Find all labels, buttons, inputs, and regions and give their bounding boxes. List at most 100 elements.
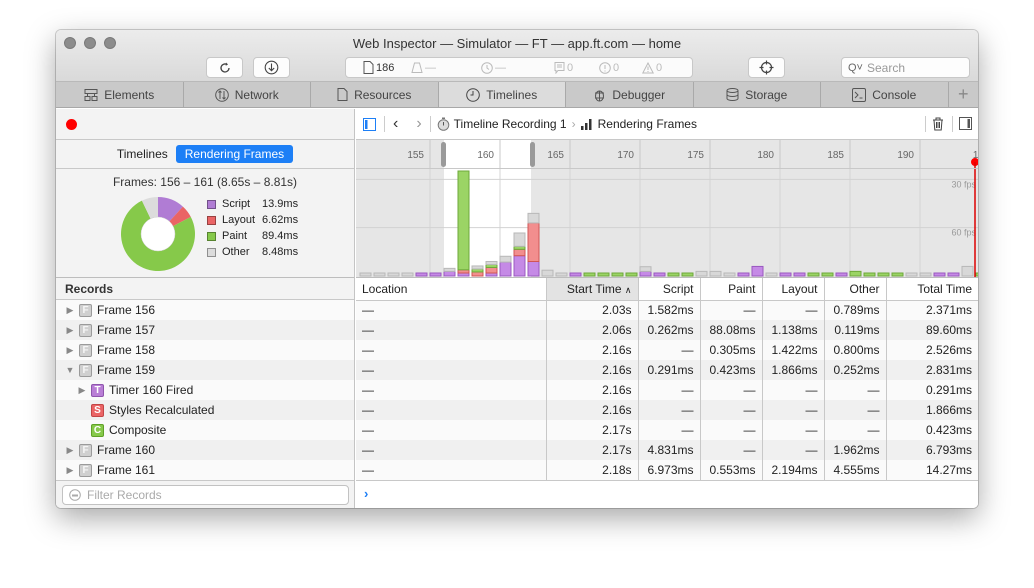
forward-button[interactable]: ›: [416, 115, 421, 133]
disclosure-expanded-icon[interactable]: ▼: [64, 365, 76, 375]
tab-console[interactable]: Console: [821, 82, 949, 107]
new-tab-button[interactable]: +: [949, 82, 979, 107]
column-label: Start Time: [566, 281, 622, 296]
column-script[interactable]: Script: [638, 278, 701, 301]
cell-location: —: [356, 400, 547, 420]
disclosure-collapsed-icon[interactable]: ▶: [64, 325, 76, 336]
record-row[interactable]: ▶ F Frame 156: [56, 300, 354, 320]
frame-bar-script: [527, 261, 540, 277]
dashboard[interactable]: 186 — — 0 0 0: [345, 57, 693, 78]
record-row[interactable]: ▶ F Frame 158: [56, 340, 354, 360]
frame-bar-other: [359, 272, 372, 277]
details-sidebar-toggle-icon[interactable]: [959, 117, 972, 130]
cell-location: —: [356, 440, 547, 460]
tab-label: Debugger: [612, 87, 666, 102]
disclosure-collapsed-icon[interactable]: ▶: [64, 465, 76, 476]
cell-location: —: [356, 300, 547, 320]
cell-paint: —: [700, 400, 763, 420]
resources-count-item[interactable]: 186: [363, 61, 394, 74]
breadcrumb-recording[interactable]: Timeline Recording 1: [454, 117, 567, 131]
content-nav-bar: ‹ › Timeline Recording 1 › Rendering Fra…: [356, 109, 978, 140]
filter-records-input[interactable]: Filter Records: [62, 485, 349, 505]
frame-bar-other: [387, 272, 400, 277]
frame-bar-other: [443, 267, 456, 272]
record-row[interactable]: C Composite: [56, 420, 354, 440]
layout-swatch: [207, 215, 216, 225]
cell-location: —: [356, 460, 547, 480]
record-row[interactable]: ▼ F Frame 159: [56, 360, 354, 380]
disclosure-collapsed-icon[interactable]: ▶: [76, 385, 88, 396]
tab-bar: Elements Network Resources Timelines Deb…: [56, 82, 978, 108]
logs-item[interactable]: 0: [554, 61, 573, 74]
frame-bar-script: [947, 272, 960, 277]
table-row[interactable]: —2.17s 4.831ms — —1.962ms 6.793ms: [356, 440, 978, 460]
load-size-item[interactable]: —: [411, 62, 436, 74]
warning-icon: [642, 61, 654, 73]
table-row[interactable]: —2.16s — — — —1.866ms: [356, 400, 978, 420]
cell-total-time: 2.831ms: [886, 360, 978, 380]
ruler-tick-label: 185: [827, 150, 844, 161]
cell-layout: 1.422ms: [762, 340, 825, 360]
errors-item[interactable]: 0: [599, 62, 619, 74]
table-row[interactable]: —2.06s 0.262ms 88.08ms 1.138ms 0.119ms 89.60m…: [356, 320, 978, 340]
column-layout[interactable]: Layout: [762, 278, 825, 301]
column-other[interactable]: Other: [824, 278, 887, 301]
resources-count: 186: [376, 61, 395, 74]
record-row[interactable]: S Styles Recalculated: [56, 400, 354, 420]
sidebar-toggle-icon[interactable]: [363, 117, 376, 131]
record-button[interactable]: [66, 118, 77, 130]
warnings-item[interactable]: 0: [642, 61, 662, 74]
clock-icon: [481, 61, 493, 74]
cell-script: —: [638, 340, 701, 360]
disclosure-collapsed-icon[interactable]: ▶: [64, 445, 76, 456]
frames-overview[interactable]: 30 fps 60 fps: [356, 169, 978, 278]
record-row[interactable]: ▶ T Timer 160 Fired: [56, 380, 354, 400]
column-paint[interactable]: Paint: [700, 278, 763, 301]
view-mode-rendering-frames[interactable]: Rendering Frames: [175, 145, 294, 163]
disclosure-collapsed-icon[interactable]: ▶: [64, 305, 76, 316]
quick-console[interactable]: ›: [356, 480, 978, 508]
load-time-item[interactable]: —: [481, 62, 506, 74]
reload-button[interactable]: [206, 57, 243, 78]
elements-icon: [84, 88, 98, 101]
frame-bar-script: [751, 265, 764, 277]
tab-elements[interactable]: Elements: [56, 82, 184, 107]
tab-debugger[interactable]: Debugger: [566, 82, 694, 107]
table-row[interactable]: —2.16s —0.305ms 1.422ms 0.800ms 2.526ms: [356, 340, 978, 360]
record-row[interactable]: ▶ F Frame 161: [56, 460, 354, 480]
frame-record-icon: F: [79, 363, 92, 377]
log-icon: [554, 61, 565, 74]
column-total-time[interactable]: Total Time: [886, 278, 978, 301]
tab-timelines[interactable]: Timelines: [438, 82, 566, 107]
search-field[interactable]: Q˅ Search: [841, 57, 970, 78]
download-button[interactable]: [253, 57, 290, 78]
tab-resources[interactable]: Resources: [311, 82, 439, 107]
view-mode-timelines[interactable]: Timelines: [117, 147, 168, 161]
column-start-time[interactable]: Start Time ∧: [546, 278, 639, 301]
trash-icon[interactable]: [932, 117, 944, 131]
rendering-frames-icon: [580, 118, 592, 130]
selection-end-handle: [530, 142, 535, 167]
tab-network[interactable]: Network: [184, 82, 311, 107]
tab-storage[interactable]: Storage: [694, 82, 821, 107]
cell-paint: —: [700, 440, 763, 460]
inspect-element-button[interactable]: [748, 57, 785, 78]
table-row[interactable]: —2.17s — — — —0.423ms: [356, 420, 978, 440]
table-row[interactable]: —2.18s 6.973ms 0.553ms 2.194ms 4.555ms 14.27m…: [356, 460, 978, 480]
divider: [952, 116, 953, 132]
disclosure-collapsed-icon[interactable]: ▶: [64, 345, 76, 356]
record-name: Timer 160 Fired: [109, 383, 194, 397]
cell-layout: —: [762, 400, 825, 420]
table-row[interactable]: —2.16s — — — —0.291ms: [356, 380, 978, 400]
titlebar: Web Inspector — Simulator — FT — app.ft.…: [56, 30, 978, 82]
record-row[interactable]: ▶ F Frame 160: [56, 440, 354, 460]
table-row[interactable]: —2.16s 0.291ms 0.423ms 1.866ms 0.252ms 2.831m…: [356, 360, 978, 380]
breadcrumb-current[interactable]: Rendering Frames: [598, 117, 697, 131]
column-location[interactable]: Location: [356, 278, 547, 301]
records-header[interactable]: Records: [56, 278, 354, 300]
timeline-ruler[interactable]: 15516016517017518018519019: [356, 140, 978, 169]
record-row[interactable]: ▶ F Frame 157: [56, 320, 354, 340]
back-button[interactable]: ‹: [393, 115, 398, 133]
table-row[interactable]: —2.03s 1.582ms — —0.789ms 2.371ms: [356, 300, 978, 320]
frames-bar-chart: 30 fps 60 fps: [356, 169, 978, 277]
